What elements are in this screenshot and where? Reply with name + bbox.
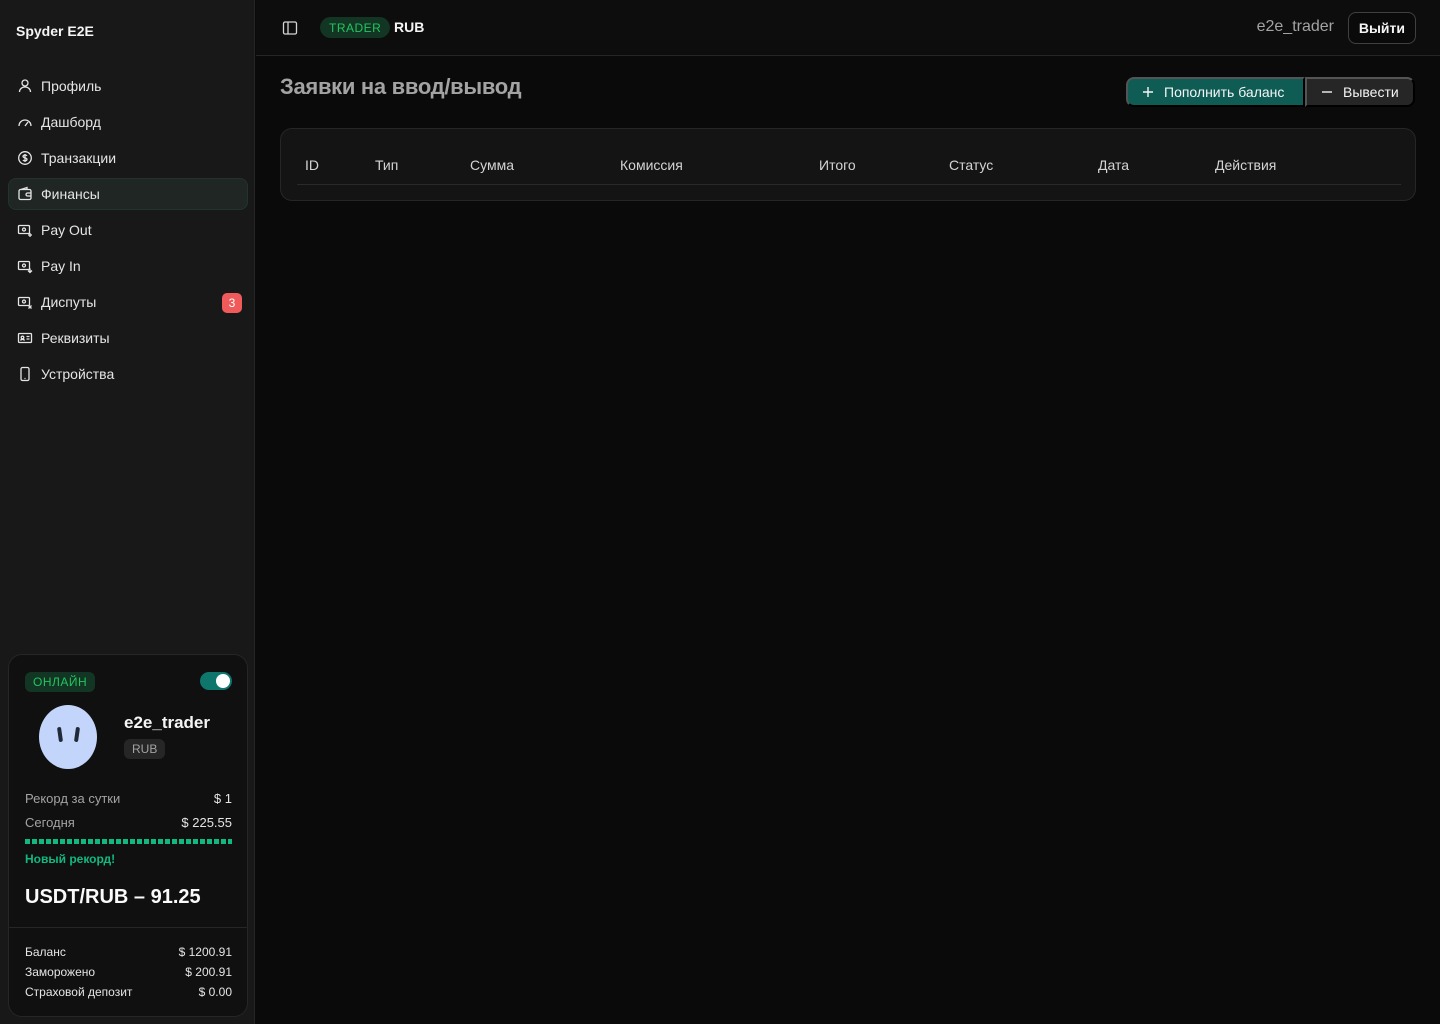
header-username: e2e_trader xyxy=(1256,18,1334,35)
sidebar-item-label: Профиль xyxy=(41,78,102,94)
sidebar-item-label: Транзакции xyxy=(41,150,117,166)
sidebar-item-transactions[interactable]: Транзакции xyxy=(8,142,248,174)
currency-chip: RUB xyxy=(124,739,166,759)
card-divider xyxy=(9,927,247,928)
record-value: $ 1 xyxy=(213,791,232,806)
requests-table: ID Тип Сумма Комиссия Итого Статус Дата … xyxy=(280,128,1416,201)
avatar-eye xyxy=(56,726,64,743)
top-bar: TRADER RUB e2e_trader Выйти xyxy=(256,0,1440,56)
cash-out-icon xyxy=(17,224,32,237)
user-status-card: ОНЛАЙН e2e_trader RUB Рекорд за сутки $ … xyxy=(8,654,248,1017)
sidebar-item-devices[interactable]: Устройства xyxy=(8,358,248,390)
today-label: Сегодня xyxy=(25,815,75,830)
record-row: Рекорд за сутки $ 1 xyxy=(25,791,232,806)
sidebar-item-pay-out[interactable]: Pay Out xyxy=(8,214,248,246)
deposit-button-label: Пополнить баланс xyxy=(1164,84,1285,100)
column-header-amount[interactable]: Сумма xyxy=(470,157,514,173)
sidebar-item-label: Финансы xyxy=(41,186,100,202)
sidebar-item-label: Реквизиты xyxy=(41,330,110,346)
column-header-type[interactable]: Тип xyxy=(375,157,398,173)
insurance-label: Страховой депозит xyxy=(25,985,133,999)
record-label: Рекорд за сутки xyxy=(25,791,121,806)
role-badge: TRADER xyxy=(320,17,391,38)
column-header-date[interactable]: Дата xyxy=(1098,157,1129,173)
toggle-knob xyxy=(216,674,230,688)
disputes-count-badge: 3 xyxy=(222,293,242,313)
smartphone-icon xyxy=(20,366,30,382)
page-title: Заявки на ввод/вывод xyxy=(280,74,522,99)
sidebar-item-label: Дашборд xyxy=(41,114,101,130)
table-header-row: ID Тип Сумма Комиссия Итого Статус Дата … xyxy=(297,147,1401,185)
sidebar-item-label: Диспуты xyxy=(41,294,97,310)
sidebar-item-label: Pay In xyxy=(41,258,81,274)
sidebar: Spyder E2E Профиль Дашборд Транзакции Фи… xyxy=(0,0,255,1024)
brand-logo[interactable]: Spyder E2E xyxy=(16,23,94,39)
deposit-button[interactable]: Пополнить баланс xyxy=(1126,77,1305,107)
column-header-status[interactable]: Статус xyxy=(949,157,993,173)
balance-label: Баланс xyxy=(25,945,66,959)
insurance-value: $ 0.00 xyxy=(198,985,232,999)
column-header-id[interactable]: ID xyxy=(305,157,319,173)
balance-value: $ 1200.91 xyxy=(178,945,232,959)
withdraw-button[interactable]: Вывести xyxy=(1305,77,1415,107)
frozen-row: Заморожено $ 200.91 xyxy=(25,965,232,979)
avatar-eye xyxy=(73,726,81,743)
sidebar-item-finance[interactable]: Финансы xyxy=(8,178,248,210)
insurance-row: Страховой депозит $ 0.00 xyxy=(25,985,232,999)
minus-icon xyxy=(1322,91,1332,93)
sidebar-item-label: Pay Out xyxy=(41,222,92,238)
sidebar-item-disputes[interactable]: Диспуты 3 xyxy=(8,286,248,318)
avatar xyxy=(39,705,97,769)
record-progress-bar xyxy=(25,839,232,844)
sidebar-item-profile[interactable]: Профиль xyxy=(8,70,248,102)
cash-x-icon xyxy=(17,296,32,309)
header-currency: RUB xyxy=(394,19,425,35)
today-row: Сегодня $ 225.55 xyxy=(25,815,232,830)
sidebar-item-dashboard[interactable]: Дашборд xyxy=(8,106,248,138)
column-header-actions[interactable]: Действия xyxy=(1215,157,1276,173)
sidebar-item-pay-in[interactable]: Pay In xyxy=(8,250,248,282)
id-card-icon xyxy=(17,332,33,344)
exchange-rate: USDT/RUB – 91.25 xyxy=(25,886,201,908)
wallet-icon xyxy=(18,186,32,201)
today-value: $ 225.55 xyxy=(181,815,232,830)
withdraw-button-label: Вывести xyxy=(1343,84,1399,100)
gauge-icon xyxy=(18,119,32,127)
sidebar-item-requisites[interactable]: Реквизиты xyxy=(8,322,248,354)
frozen-label: Заморожено xyxy=(25,965,96,979)
logout-button[interactable]: Выйти xyxy=(1347,12,1416,44)
online-toggle[interactable] xyxy=(200,672,232,690)
cash-in-icon xyxy=(17,260,33,274)
new-record-label: Новый рекорд! xyxy=(25,852,116,866)
action-buttons: Пополнить баланс Вывести xyxy=(1126,77,1415,107)
sidebar-item-label: Устройства xyxy=(41,366,115,382)
plus-icon xyxy=(1143,87,1153,97)
online-status-badge: ОНЛАЙН xyxy=(25,672,96,692)
sidebar-nav: Профиль Дашборд Транзакции Финансы Pay O… xyxy=(8,70,248,394)
balance-row: Баланс $ 1200.91 xyxy=(25,945,232,959)
sidebar-toggle-icon[interactable] xyxy=(282,20,298,36)
user-icon xyxy=(18,79,32,93)
dollar-circle-icon xyxy=(18,151,32,165)
column-header-fee[interactable]: Комиссия xyxy=(620,157,683,173)
column-header-total[interactable]: Итого xyxy=(819,157,856,173)
frozen-value: $ 200.91 xyxy=(185,965,232,979)
card-username: e2e_trader xyxy=(124,713,211,732)
